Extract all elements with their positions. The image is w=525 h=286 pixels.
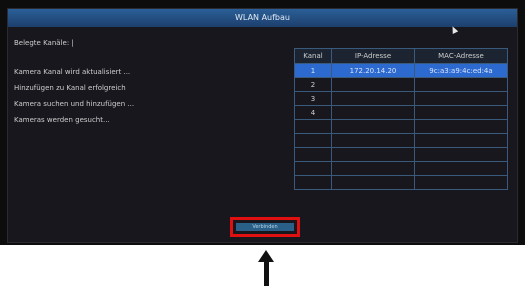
- table-row[interactable]: [294, 133, 508, 148]
- column-header-channel: Kanal: [294, 48, 332, 64]
- cell-mac: [414, 175, 508, 190]
- cell-ip: [331, 133, 415, 148]
- table-row[interactable]: [294, 119, 508, 134]
- connect-button[interactable]: Verbinden: [236, 223, 294, 231]
- status-log-line: Kamera Kanal wird aktualisiert ...: [14, 68, 131, 76]
- occupied-channels-label: Belegte Kanäle: |: [14, 39, 74, 47]
- table-row[interactable]: [294, 161, 508, 176]
- cell-mac: [414, 133, 508, 148]
- cell-ip: [331, 147, 415, 162]
- table-row[interactable]: 2: [294, 77, 508, 92]
- table-row[interactable]: 4: [294, 105, 508, 120]
- cell-channel: [294, 147, 332, 162]
- cell-ip: [331, 91, 415, 106]
- cell-mac: [414, 147, 508, 162]
- cell-channel: 3: [294, 91, 332, 106]
- pointer-arrow-shaft: [264, 260, 269, 286]
- wlan-setup-dialog: WLAN Aufbau Belegte Kanäle: | Kamera Kan…: [7, 8, 518, 243]
- cell-mac: [414, 91, 508, 106]
- table-row[interactable]: 3: [294, 91, 508, 106]
- cell-ip: [331, 77, 415, 92]
- status-log-line: Kamera suchen und hinzufügen ...: [14, 100, 135, 108]
- camera-channel-table: Kanal IP-Adresse MAC-Adresse 1 172.20.14…: [294, 48, 508, 190]
- dvr-screen: WLAN Aufbau Belegte Kanäle: | Kamera Kan…: [0, 0, 525, 245]
- cell-channel: [294, 175, 332, 190]
- cell-channel: [294, 119, 332, 134]
- cell-mac: [414, 105, 508, 120]
- cell-ip: [331, 175, 415, 190]
- cell-channel: [294, 133, 332, 148]
- cell-channel: 2: [294, 77, 332, 92]
- dialog-title: WLAN Aufbau: [8, 9, 517, 27]
- cell-mac: [414, 161, 508, 176]
- table-row[interactable]: [294, 147, 508, 162]
- cell-channel: 1: [294, 63, 332, 78]
- cell-channel: 4: [294, 105, 332, 120]
- cell-ip: 172.20.14.20: [331, 63, 415, 78]
- column-header-mac: MAC-Adresse: [414, 48, 508, 64]
- cell-channel: [294, 161, 332, 176]
- table-row[interactable]: [294, 175, 508, 190]
- cell-mac: [414, 77, 508, 92]
- table-row[interactable]: 1 172.20.14.20 9c:a3:a9:4c:ed:4a: [294, 63, 508, 78]
- cell-mac: [414, 119, 508, 134]
- column-header-ip: IP-Adresse: [331, 48, 415, 64]
- table-header-row: Kanal IP-Adresse MAC-Adresse: [294, 48, 508, 64]
- cell-mac: 9c:a3:a9:4c:ed:4a: [414, 63, 508, 78]
- status-log-line: Hinzufügen zu Kanal erfolgreich: [14, 84, 126, 92]
- status-log-line: Kameras werden gesucht...: [14, 116, 110, 124]
- cell-ip: [331, 105, 415, 120]
- cell-ip: [331, 161, 415, 176]
- highlight-frame: Verbinden: [230, 217, 300, 237]
- cell-ip: [331, 119, 415, 134]
